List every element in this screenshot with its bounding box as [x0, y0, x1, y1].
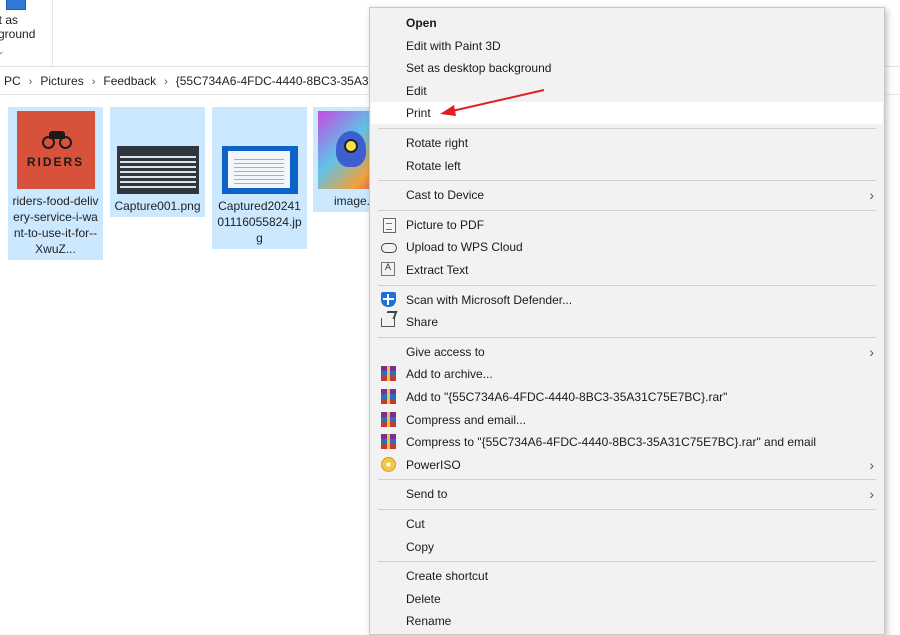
- menu-item-give-access-to[interactable]: Give access to ›: [371, 341, 883, 363]
- menu-separator: [378, 561, 876, 563]
- file-item-image[interactable]: image.: [313, 107, 375, 212]
- file-item-capture001[interactable]: Capture001.png: [110, 107, 205, 217]
- menu-item-delete[interactable]: Delete: [371, 588, 883, 610]
- menu-item-label: Share: [406, 315, 439, 330]
- menu-item-label: Cast to Device: [406, 188, 485, 203]
- menu-item-label: Copy: [406, 539, 435, 554]
- menu-item-label: Give access to: [406, 344, 485, 359]
- menu-item-label: Cut: [406, 517, 425, 531]
- menu-item-label: Rename: [406, 614, 452, 629]
- menu-item-label: Edit with Paint 3D: [406, 38, 501, 53]
- menu-item-label: Set as desktop background: [406, 61, 552, 76]
- menu-item-compress-and-email[interactable]: Compress and email...: [371, 409, 883, 431]
- menu-item-label: Extract Text: [406, 263, 469, 277]
- menu-item-label: Add to archive...: [406, 367, 493, 382]
- menu-item-label: Compress and email...: [406, 412, 527, 427]
- poweriso-icon: [381, 456, 396, 472]
- chevron-right-icon: ›: [869, 343, 874, 360]
- set-as-background-label: et as kground: [0, 13, 36, 41]
- context-menu: Open Edit with Paint 3D Set as desktop bac…: [369, 7, 885, 635]
- file-item-captured[interactable]: Captured2024101116055824.jpg: [212, 107, 307, 249]
- menu-item-label: Open: [406, 16, 437, 30]
- winrar-icon: [381, 434, 396, 450]
- winrar-icon: [381, 366, 396, 382]
- breadcrumb: PC › Pictures › Feedback › {55C734A6-4FDC-4440…: [4, 74, 369, 88]
- menu-item-set-as-desktop-background[interactable]: Set as desktop background: [371, 57, 883, 79]
- menu-item-rotate-right[interactable]: Rotate right: [371, 132, 883, 154]
- menu-item-open[interactable]: Open: [371, 12, 883, 34]
- menu-item-label: Add to "{55C734A6-4FDC-4440-8BC3-35A31C7…: [406, 390, 728, 404]
- menu-item-label: Edit: [406, 83, 427, 98]
- chevron-right-icon: ›: [869, 486, 874, 503]
- menu-item-label: Print: [406, 106, 431, 121]
- file-name: image.: [334, 194, 371, 208]
- winrar-icon: [381, 389, 396, 404]
- chevron-right-icon: ›: [869, 187, 874, 204]
- breadcrumb-separator: ›: [28, 76, 33, 88]
- menu-item-label: Send to: [406, 487, 448, 502]
- menu-item-label: Scan with Microsoft Defender...: [406, 292, 573, 307]
- file-name: Captured2024101116055824.jpg: [217, 199, 302, 245]
- menu-item-cast-to-device[interactable]: Cast to Device ›: [371, 184, 883, 206]
- defender-icon: [381, 291, 396, 307]
- menu-item-label: Compress to "{55C734A6-4FDC-4440-8BC3-35…: [406, 435, 817, 450]
- menu-item-label: Delete: [406, 591, 441, 606]
- menu-item-label: Upload to WPS Cloud: [406, 240, 523, 255]
- menu-item-add-to-55c734a6-4fdc-4440-8bc3-35a31c75e[interactable]: Add to "{55C734A6-4FDC-4440-8BC3-35A31C7…: [371, 386, 883, 408]
- menu-separator: [378, 336, 876, 338]
- breadcrumb-pc[interactable]: PC: [4, 74, 21, 88]
- file-name: Capture001.png: [114, 199, 201, 213]
- file-thumbnail: RIDERS: [16, 111, 95, 189]
- file-thumbnail: [116, 146, 199, 194]
- menu-item-rename[interactable]: Rename: [371, 610, 883, 632]
- menu-item-label: Create shortcut: [406, 569, 489, 584]
- menu-separator: [378, 209, 876, 211]
- breadcrumb-separator: ›: [164, 76, 168, 88]
- menu-item-share[interactable]: Share: [371, 311, 883, 333]
- menu-separator: [378, 509, 876, 510]
- thumbnail-logo-text: RIDERS: [26, 155, 85, 169]
- set-as-background-button[interactable]: et as kground ⌄: [0, 0, 53, 66]
- breadcrumb-pictures[interactable]: Pictures: [40, 74, 83, 88]
- menu-item-print[interactable]: Print: [371, 102, 883, 125]
- winrar-icon: [381, 411, 396, 427]
- desktop-background-icon: [6, 0, 26, 10]
- menu-item-cut[interactable]: Cut: [371, 513, 883, 535]
- file-name: riders-food-delivery-service-i-want-to-u…: [12, 194, 99, 256]
- file-item-riders[interactable]: RIDERS riders-food-delivery-service-i-wa…: [8, 107, 103, 260]
- breadcrumb-folder[interactable]: {55C734A6-4FDC-4440-8BC3-35A3: [176, 74, 369, 88]
- pdf-icon: [383, 217, 396, 233]
- menu-item-scan-with-microsoft-defender[interactable]: Scan with Microsoft Defender...: [371, 289, 883, 311]
- menu-item-label: PowerISO: [406, 457, 461, 472]
- menu-item-rotate-left[interactable]: Rotate left: [371, 155, 883, 177]
- chevron-down-icon[interactable]: ⌄: [0, 46, 5, 57]
- share-icon: [381, 318, 395, 328]
- menu-item-extract-text[interactable]: Extract Text: [371, 259, 883, 281]
- menu-item-edit-with-paint-3d[interactable]: Edit with Paint 3D: [371, 35, 883, 57]
- file-thumbnail: [318, 111, 374, 189]
- breadcrumb-separator: ›: [91, 76, 96, 88]
- menu-item-copy[interactable]: Copy: [371, 536, 883, 558]
- menu-item-edit[interactable]: Edit: [371, 80, 883, 102]
- menu-separator: [378, 180, 876, 182]
- menu-item-label: Rotate right: [406, 136, 469, 150]
- menu-item-poweriso[interactable]: PowerISO ›: [371, 454, 883, 476]
- extract-text-icon: [381, 262, 395, 276]
- chevron-right-icon: ›: [869, 456, 874, 473]
- menu-item-create-shortcut[interactable]: Create shortcut: [371, 565, 883, 587]
- menu-separator: [378, 479, 876, 481]
- menu-item-add-to-archive[interactable]: Add to archive...: [371, 363, 883, 385]
- breadcrumb-feedback[interactable]: Feedback: [103, 74, 156, 88]
- menu-separator: [378, 128, 876, 129]
- menu-item-send-to[interactable]: Send to ›: [371, 483, 883, 505]
- menu-item-picture-to-pdf[interactable]: Picture to PDF: [371, 214, 883, 236]
- menu-item-label: Rotate left: [406, 158, 461, 173]
- file-thumbnail: [221, 146, 298, 194]
- menu-item-upload-to-wps-cloud[interactable]: Upload to WPS Cloud: [371, 236, 883, 258]
- menu-separator: [378, 284, 876, 286]
- motorbike-icon: [41, 131, 72, 149]
- menu-item-compress-to-55c734a6-4fdc-4440-8bc3-35a3[interactable]: Compress to "{55C734A6-4FDC-4440-8BC3-35…: [371, 431, 883, 453]
- menu-item-label: Picture to PDF: [406, 217, 485, 232]
- cloud-icon: [381, 243, 397, 254]
